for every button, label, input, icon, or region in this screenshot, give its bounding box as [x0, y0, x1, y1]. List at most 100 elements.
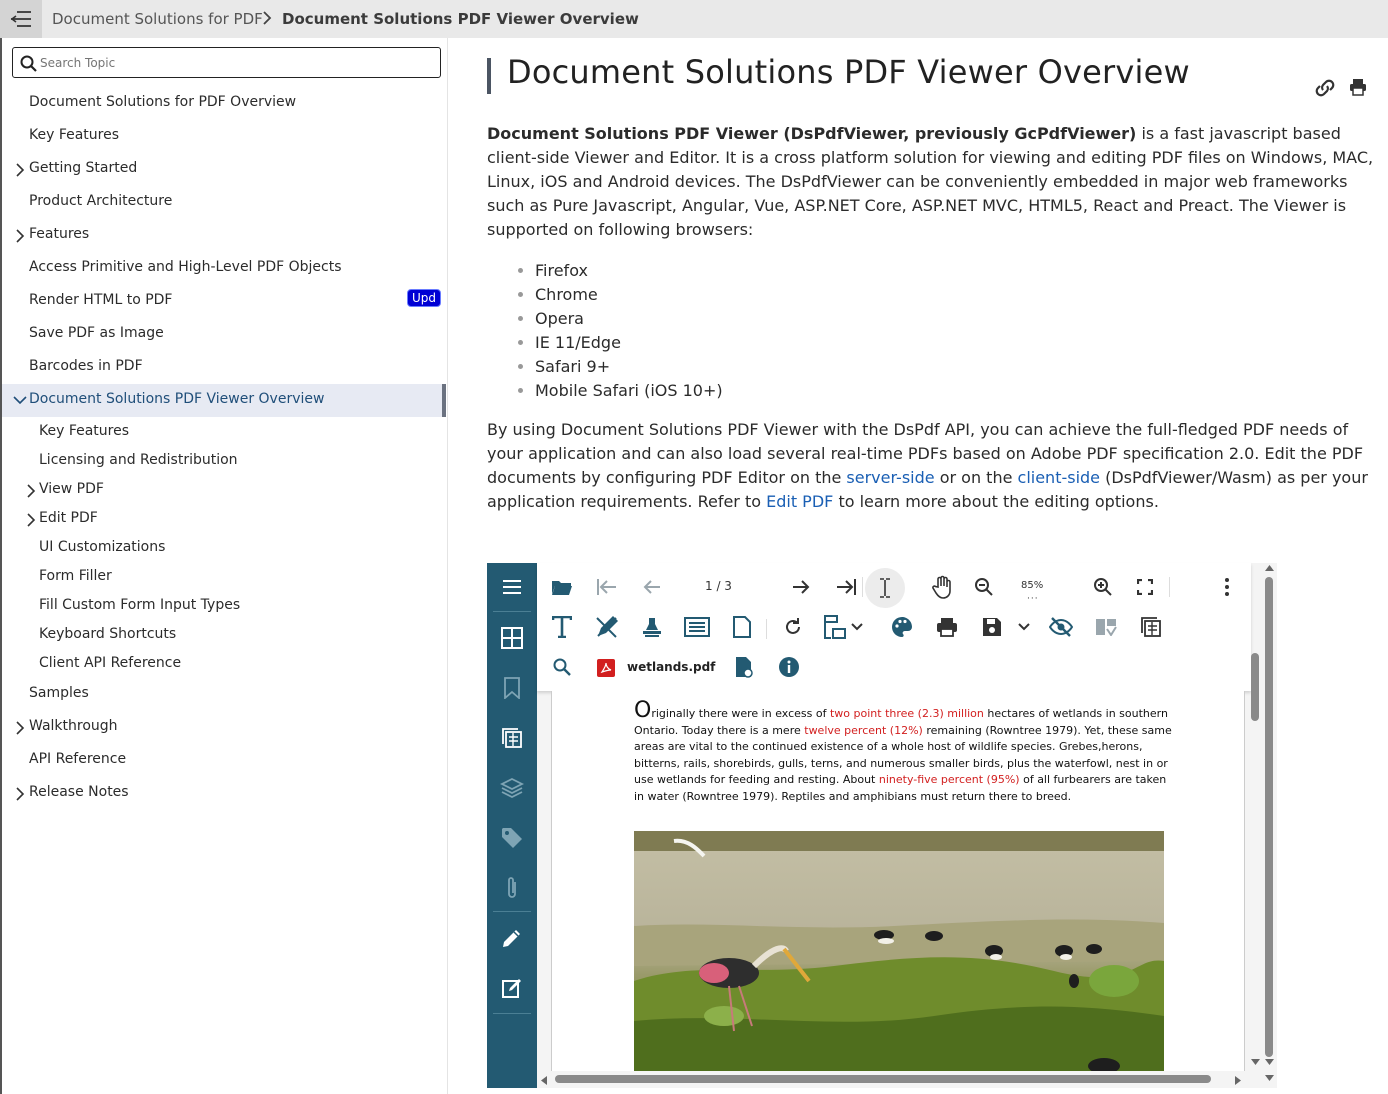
- edit-pencil-icon[interactable]: [499, 925, 525, 951]
- chevron-down-icon[interactable]: [1010, 613, 1038, 641]
- scroll-down-icon[interactable]: [1265, 1059, 1274, 1065]
- toc-item-features[interactable]: Features: [2, 226, 446, 248]
- toc-label: API Reference: [29, 751, 127, 767]
- toc-item-walkthrough[interactable]: Walkthrough: [2, 718, 446, 740]
- zoom-out-icon[interactable]: [970, 573, 998, 601]
- search-input[interactable]: [40, 53, 430, 73]
- inner-scroll-thumb[interactable]: [1251, 653, 1259, 721]
- toc-subitem-view-pdf[interactable]: View PDF: [2, 481, 446, 501]
- toc-subitem-edit-pdf[interactable]: Edit PDF: [2, 510, 446, 530]
- pdf-page-text: Originally there were in excess of two p…: [634, 700, 1174, 805]
- info-icon[interactable]: [775, 653, 803, 681]
- previous-page-icon[interactable]: [638, 573, 666, 601]
- search-box[interactable]: [12, 47, 441, 78]
- toc-subitem-ui-customizations[interactable]: UI Customizations: [2, 539, 446, 559]
- chevron-down-icon[interactable]: [843, 613, 871, 641]
- form-editor-icon[interactable]: [683, 613, 711, 641]
- chevron-right-icon[interactable]: [26, 513, 36, 527]
- toc-subitem-key-features[interactable]: Key Features: [2, 423, 446, 443]
- breadcrumb-root[interactable]: Document Solutions for PDF: [52, 10, 263, 28]
- toc-subitem-keyboard-shortcuts[interactable]: Keyboard Shortcuts: [2, 626, 446, 646]
- toc-label: Access Primitive and High-Level PDF Obje…: [29, 259, 342, 275]
- chevron-down-icon[interactable]: [13, 395, 27, 405]
- chevron-right-icon[interactable]: [15, 163, 25, 177]
- first-page-icon[interactable]: [593, 573, 621, 601]
- zoom-more-dots[interactable]: ···: [1027, 594, 1039, 604]
- toc-label: Client API Reference: [39, 655, 182, 671]
- chevron-right-icon[interactable]: [15, 787, 25, 801]
- toc-item-key-features[interactable]: Key Features: [2, 127, 446, 149]
- vertical-scrollbar[interactable]: [1251, 563, 1277, 1088]
- h-scroll-thumb[interactable]: [555, 1075, 1211, 1083]
- paragraph-text: to learn more about the editing options.: [833, 492, 1159, 511]
- scroll-up-icon[interactable]: [1265, 565, 1274, 571]
- scroll-right-icon[interactable]: [1235, 1076, 1241, 1085]
- attachment-icon[interactable]: [499, 875, 525, 901]
- doc-highlight: ninety-five percent (95%): [878, 773, 1020, 786]
- layers-icon[interactable]: [499, 775, 525, 801]
- open-folder-icon[interactable]: [548, 573, 576, 601]
- toc-item-viewer-overview[interactable]: Document Solutions PDF Viewer Overview: [2, 384, 446, 417]
- hamburger-menu-icon[interactable]: [499, 574, 525, 600]
- toc-item-access-primitive[interactable]: Access Primitive and High-Level PDF Obje…: [2, 259, 446, 281]
- main-content: Document Solutions PDF Viewer Overview D…: [449, 38, 1388, 1094]
- stamp-icon[interactable]: [638, 613, 666, 641]
- page-indicator[interactable]: 1 / 3: [705, 579, 732, 593]
- toc-item-release-notes[interactable]: Release Notes: [2, 784, 446, 806]
- toc-subitem-client-api[interactable]: Client API Reference: [2, 655, 446, 675]
- horizontal-scrollbar[interactable]: [537, 1071, 1261, 1088]
- save-icon[interactable]: [978, 613, 1006, 641]
- edit-pdf-link[interactable]: Edit PDF: [766, 492, 833, 511]
- more-options-icon[interactable]: [1213, 573, 1241, 601]
- form-fields-icon[interactable]: [499, 725, 525, 751]
- print-icon[interactable]: [933, 613, 961, 641]
- chevron-right-icon[interactable]: [15, 721, 25, 735]
- text-selection-icon[interactable]: [865, 568, 905, 608]
- toc-label: Render HTML to PDF: [29, 292, 173, 308]
- scroll-thumb[interactable]: [1265, 577, 1273, 1057]
- toc-toggle-button[interactable]: [0, 0, 42, 38]
- inner-scroll-down-icon[interactable]: [1251, 1059, 1260, 1065]
- toc-item-product-architecture[interactable]: Product Architecture: [2, 193, 446, 215]
- client-side-link[interactable]: client-side: [1018, 468, 1101, 487]
- toc-item-samples[interactable]: Samples: [2, 685, 446, 707]
- scroll-corner-icon[interactable]: [1265, 1075, 1274, 1081]
- list-item: IE 11/Edge: [535, 331, 723, 355]
- thumbnails-icon[interactable]: [499, 625, 525, 651]
- toc-item-overview[interactable]: Document Solutions for PDF Overview: [2, 94, 446, 116]
- document-properties-icon[interactable]: [730, 653, 758, 681]
- rotate-icon[interactable]: [779, 613, 807, 641]
- secondary-toolbar-icon[interactable]: [1092, 613, 1120, 641]
- form-fields-list-icon[interactable]: [1137, 613, 1165, 641]
- toc-subitem-form-filler[interactable]: Form Filler: [2, 568, 446, 588]
- toc-item-getting-started[interactable]: Getting Started: [2, 160, 446, 182]
- scroll-left-icon[interactable]: [541, 1076, 547, 1085]
- edit-form-icon[interactable]: [499, 975, 525, 1001]
- palette-icon[interactable]: [888, 613, 916, 641]
- toc-subitem-licensing[interactable]: Licensing and Redistribution: [2, 452, 446, 472]
- hand-pan-icon[interactable]: [929, 573, 957, 601]
- chevron-right-icon[interactable]: [26, 484, 36, 498]
- zoom-in-icon[interactable]: [1089, 573, 1117, 601]
- draw-tool-icon[interactable]: [593, 613, 621, 641]
- toc-item-api-reference[interactable]: API Reference: [2, 751, 446, 773]
- tag-icon[interactable]: [499, 825, 525, 851]
- next-page-icon[interactable]: [787, 573, 815, 601]
- toc-item-barcodes[interactable]: Barcodes in PDF: [2, 358, 446, 380]
- fullscreen-icon[interactable]: [1131, 573, 1159, 601]
- print-icon[interactable]: [1349, 78, 1367, 96]
- zoom-level[interactable]: 85%: [1021, 580, 1043, 591]
- text-tool-icon[interactable]: [548, 613, 576, 641]
- bookmark-icon[interactable]: [499, 675, 525, 701]
- toc-item-render-html[interactable]: Render HTML to PDF Upd: [2, 289, 446, 314]
- server-side-link[interactable]: server-side: [846, 468, 934, 487]
- link-icon[interactable]: [1314, 78, 1336, 98]
- search-icon[interactable]: [548, 653, 576, 681]
- hide-annotations-icon[interactable]: [1047, 613, 1075, 641]
- chevron-right-icon[interactable]: [15, 229, 25, 243]
- new-page-icon[interactable]: [728, 613, 756, 641]
- api-paragraph: By using Document Solutions PDF Viewer w…: [487, 418, 1377, 514]
- last-page-icon[interactable]: [832, 573, 860, 601]
- toc-subitem-custom-form-input[interactable]: Fill Custom Form Input Types: [2, 597, 446, 617]
- toc-item-save-pdf-image[interactable]: Save PDF as Image: [2, 325, 446, 347]
